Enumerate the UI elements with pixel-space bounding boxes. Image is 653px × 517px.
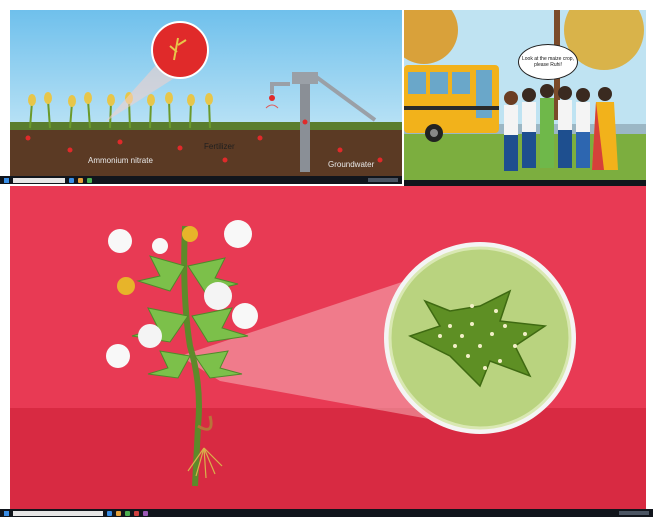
fertilizer-label: Fertilizer (204, 142, 235, 151)
cotton-plant-panel (10, 186, 646, 509)
cotton-illustration (10, 186, 646, 509)
start-icon[interactable] (4, 177, 9, 183)
app-icon[interactable] (143, 510, 148, 516)
app-icon[interactable] (69, 177, 74, 183)
ammonium-nitrate-label: Ammonium nitrate (88, 156, 153, 165)
system-tray (368, 178, 398, 182)
app-icon[interactable] (125, 510, 130, 516)
app-icon[interactable] (134, 510, 139, 516)
taskbar-search[interactable] (13, 177, 65, 183)
app-icon[interactable] (87, 177, 92, 183)
speech-bubble: Look at the maize crop, please Ruhi! (518, 44, 578, 80)
field-illustration (10, 10, 402, 176)
students-panel: Look at the maize crop, please Ruhi! (404, 10, 646, 181)
fertilizer-groundwater-panel: Fertilizer Ammonium nitrate Groundwater (10, 10, 402, 176)
taskbar-bottom (0, 509, 653, 517)
system-tray (619, 511, 649, 515)
app-icon[interactable] (116, 510, 121, 516)
taskbar-top-left (0, 176, 402, 184)
taskbar-search[interactable] (13, 510, 103, 516)
groundwater-label: Groundwater (328, 160, 375, 169)
app-icon[interactable] (78, 177, 83, 183)
app-icon[interactable] (107, 510, 112, 516)
students-illustration (404, 10, 646, 181)
school-bus (404, 65, 499, 142)
magnifier-lens (151, 21, 209, 79)
start-icon[interactable] (4, 510, 9, 516)
